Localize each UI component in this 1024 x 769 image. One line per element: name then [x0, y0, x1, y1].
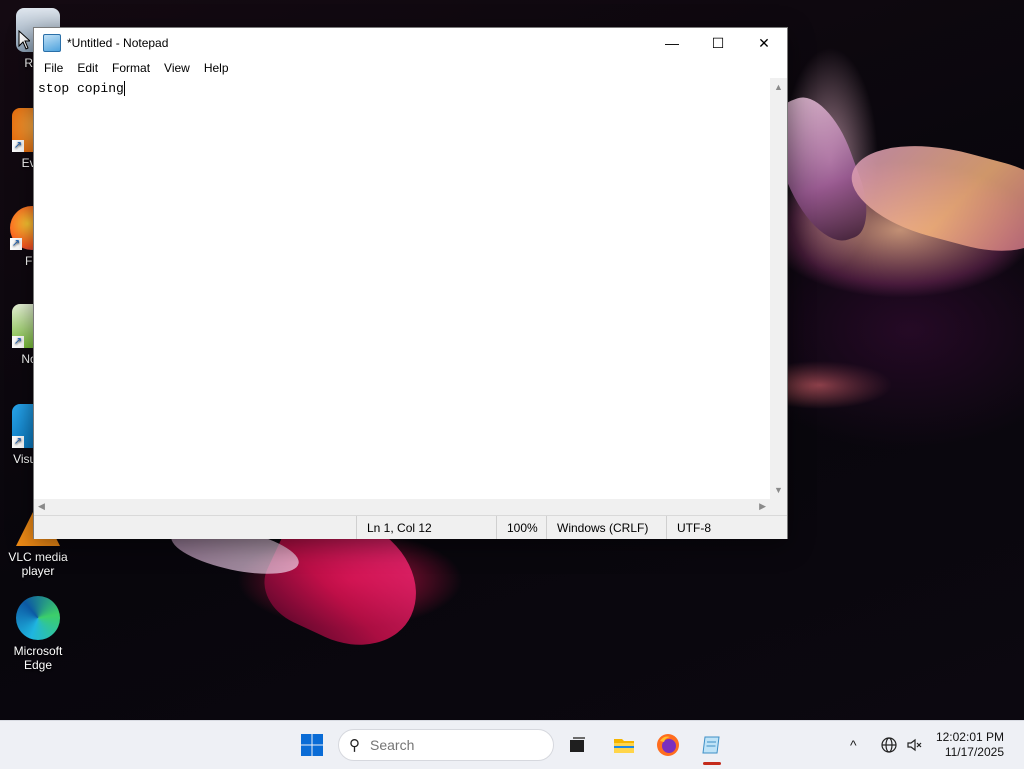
horizontal-scrollbar[interactable]: ◀ ▶ — [34, 499, 770, 515]
title-bar[interactable]: *Untitled - Notepad — ☐ ✕ — [34, 28, 787, 58]
status-encoding: UTF-8 — [666, 516, 787, 539]
file-explorer-button[interactable] — [608, 729, 640, 761]
globe-icon — [881, 737, 897, 753]
minimize-button[interactable]: — — [649, 28, 695, 58]
status-line-ending: Windows (CRLF) — [546, 516, 666, 539]
taskbar-search[interactable]: ⚲ — [338, 729, 554, 761]
firefox-taskbar-button[interactable] — [652, 729, 684, 761]
scroll-right-icon[interactable]: ▶ — [759, 501, 766, 512]
scroll-left-icon[interactable]: ◀ — [38, 501, 45, 512]
status-zoom: 100% — [496, 516, 546, 539]
scroll-down-icon[interactable]: ▼ — [774, 485, 783, 495]
network-status[interactable] — [880, 721, 898, 769]
clock-date: 11/17/2025 — [944, 745, 1004, 759]
menu-bar: File Edit Format View Help — [34, 58, 787, 78]
taskbar-clock[interactable]: 12:02:01 PM 11/17/2025 — [936, 730, 1004, 760]
shortcut-arrow-icon: ↗ — [12, 436, 24, 448]
scrollbar-corner — [770, 499, 787, 515]
task-view-icon — [570, 737, 585, 752]
start-button[interactable] — [296, 729, 328, 761]
notepad-window: *Untitled - Notepad — ☐ ✕ File Edit Form… — [33, 27, 788, 539]
menu-file[interactable]: File — [37, 61, 70, 75]
mouse-cursor-icon — [18, 30, 30, 50]
notepad-icon — [43, 34, 61, 52]
search-input[interactable] — [368, 736, 532, 754]
status-spacer — [34, 516, 356, 539]
firefox-icon — [657, 734, 679, 756]
taskbar: ⚲ ^ — [0, 720, 1024, 769]
text-editor[interactable]: stop coping — [34, 78, 770, 499]
shortcut-arrow-icon: ↗ — [12, 140, 24, 152]
window-title: *Untitled - Notepad — [67, 36, 169, 50]
maximize-button[interactable]: ☐ — [695, 28, 741, 58]
task-view-button[interactable] — [561, 729, 593, 761]
wallpaper-petal — [841, 125, 1024, 265]
scroll-up-icon[interactable]: ▲ — [774, 82, 783, 92]
window-controls: — ☐ ✕ — [649, 28, 787, 58]
menu-help[interactable]: Help — [197, 61, 236, 75]
volume-status[interactable] — [906, 721, 924, 769]
notepad-taskbar-button[interactable] — [696, 729, 728, 761]
show-hidden-icons-button[interactable]: ^ — [850, 721, 857, 769]
editor-text: stop coping — [38, 81, 124, 96]
windows-logo-icon — [301, 734, 323, 756]
menu-edit[interactable]: Edit — [70, 61, 105, 75]
search-icon: ⚲ — [349, 737, 360, 754]
file-explorer-icon — [614, 739, 634, 753]
text-caret — [123, 81, 125, 96]
status-position: Ln 1, Col 12 — [356, 516, 496, 539]
shortcut-arrow-icon: ↗ — [10, 238, 22, 250]
edge-icon — [16, 596, 60, 640]
chevron-up-icon: ^ — [850, 737, 857, 753]
menu-view[interactable]: View — [157, 61, 197, 75]
vertical-scrollbar[interactable]: ▲ ▼ — [770, 78, 787, 499]
close-button[interactable]: ✕ — [741, 28, 787, 58]
shortcut-arrow-icon: ↗ — [12, 336, 24, 348]
notepad-icon — [702, 736, 720, 754]
status-bar: Ln 1, Col 12 100% Windows (CRLF) UTF-8 — [34, 515, 787, 539]
menu-format[interactable]: Format — [105, 61, 157, 75]
desktop-icon-edge[interactable]: Microsoft Edge — [0, 596, 76, 672]
clock-time: 12:02:01 PM — [935, 730, 1004, 744]
speaker-muted-icon — [907, 738, 922, 752]
active-app-indicator — [703, 762, 721, 765]
